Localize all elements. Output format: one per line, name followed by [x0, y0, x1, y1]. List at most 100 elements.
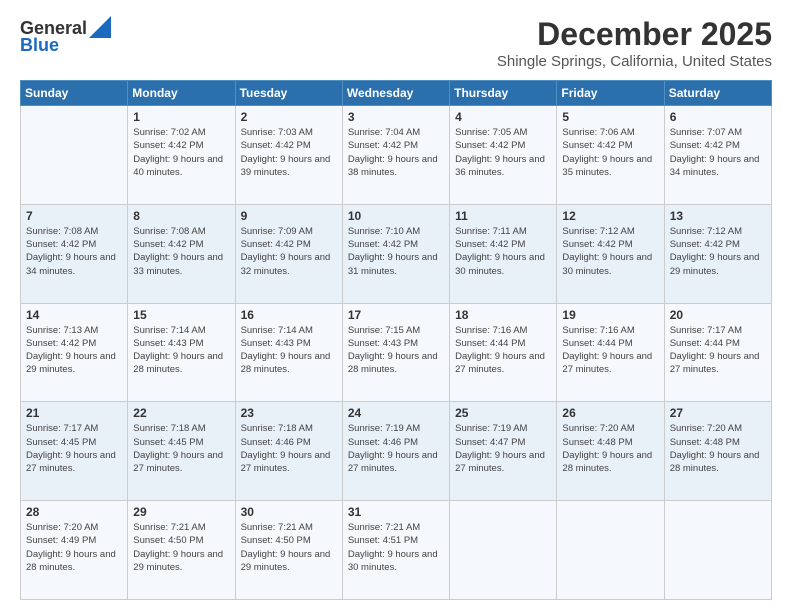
day-number: 10	[348, 209, 444, 223]
day-number: 26	[562, 406, 658, 420]
day-number: 28	[26, 505, 122, 519]
table-row	[664, 501, 771, 600]
table-row: 8 Sunrise: 7:08 AMSunset: 4:42 PMDaylight…	[128, 204, 235, 303]
page: General Blue December 2025 Shingle Sprin…	[0, 0, 792, 612]
day-info: Sunrise: 7:18 AMSunset: 4:45 PMDaylight:…	[133, 422, 229, 475]
table-row	[21, 106, 128, 205]
day-info: Sunrise: 7:08 AMSunset: 4:42 PMDaylight:…	[26, 225, 122, 278]
table-row: 6 Sunrise: 7:07 AMSunset: 4:42 PMDaylight…	[664, 106, 771, 205]
day-number: 1	[133, 110, 229, 124]
table-row: 1 Sunrise: 7:02 AMSunset: 4:42 PMDaylight…	[128, 106, 235, 205]
day-number: 13	[670, 209, 766, 223]
logo-blue-text: Blue	[20, 35, 59, 56]
day-info: Sunrise: 7:11 AMSunset: 4:42 PMDaylight:…	[455, 225, 551, 278]
table-row: 27Sunrise: 7:20 AMSunset: 4:48 PMDayligh…	[664, 402, 771, 501]
calendar-week-row: 7 Sunrise: 7:08 AMSunset: 4:42 PMDaylight…	[21, 204, 772, 303]
table-row: 19Sunrise: 7:16 AMSunset: 4:44 PMDayligh…	[557, 303, 664, 402]
table-row: 30Sunrise: 7:21 AMSunset: 4:50 PMDayligh…	[235, 501, 342, 600]
day-info: Sunrise: 7:03 AMSunset: 4:42 PMDaylight:…	[241, 126, 337, 179]
table-row: 5Sunrise: 7:06 AMSunset: 4:42 PMDaylight…	[557, 106, 664, 205]
table-row: 9 Sunrise: 7:09 AMSunset: 4:42 PMDaylight…	[235, 204, 342, 303]
day-number: 20	[670, 308, 766, 322]
col-tuesday: Tuesday	[235, 81, 342, 106]
table-row: 28Sunrise: 7:20 AMSunset: 4:49 PMDayligh…	[21, 501, 128, 600]
day-info: Sunrise: 7:14 AMSunset: 4:43 PMDaylight:…	[241, 324, 337, 377]
table-row: 7 Sunrise: 7:08 AMSunset: 4:42 PMDaylight…	[21, 204, 128, 303]
day-number: 15	[133, 308, 229, 322]
table-row: 15Sunrise: 7:14 AMSunset: 4:43 PMDayligh…	[128, 303, 235, 402]
day-info: Sunrise: 7:21 AMSunset: 4:50 PMDaylight:…	[133, 521, 229, 574]
calendar-week-row: 1 Sunrise: 7:02 AMSunset: 4:42 PMDaylight…	[21, 106, 772, 205]
day-info: Sunrise: 7:19 AMSunset: 4:46 PMDaylight:…	[348, 422, 444, 475]
col-thursday: Thursday	[450, 81, 557, 106]
table-row: 3 Sunrise: 7:04 AMSunset: 4:42 PMDaylight…	[342, 106, 449, 205]
day-number: 3	[348, 110, 444, 124]
day-number: 31	[348, 505, 444, 519]
day-number: 16	[241, 308, 337, 322]
day-info: Sunrise: 7:05 AMSunset: 4:42 PMDaylight:…	[455, 126, 551, 179]
table-row: 31 Sunrise: 7:21 AMSunset: 4:51 PMDayligh…	[342, 501, 449, 600]
day-info: Sunrise: 7:21 AMSunset: 4:51 PMDaylight:…	[348, 521, 444, 574]
subtitle: Shingle Springs, California, United Stat…	[497, 53, 772, 70]
table-row: 12 Sunrise: 7:12 AMSunset: 4:42 PMDayligh…	[557, 204, 664, 303]
day-number: 12	[562, 209, 658, 223]
day-info: Sunrise: 7:17 AMSunset: 4:44 PMDaylight:…	[670, 324, 766, 377]
table-row: 4 Sunrise: 7:05 AMSunset: 4:42 PMDaylight…	[450, 106, 557, 205]
table-row: 2 Sunrise: 7:03 AMSunset: 4:42 PMDaylight…	[235, 106, 342, 205]
day-number: 5	[562, 110, 658, 124]
title-section: December 2025 Shingle Springs, Californi…	[497, 16, 772, 70]
table-row: 24 Sunrise: 7:19 AMSunset: 4:46 PMDayligh…	[342, 402, 449, 501]
col-monday: Monday	[128, 81, 235, 106]
day-number: 23	[241, 406, 337, 420]
table-row: 11Sunrise: 7:11 AMSunset: 4:42 PMDayligh…	[450, 204, 557, 303]
day-info: Sunrise: 7:19 AMSunset: 4:47 PMDaylight:…	[455, 422, 551, 475]
day-number: 14	[26, 308, 122, 322]
calendar-header-row: Sunday Monday Tuesday Wednesday Thursday…	[21, 81, 772, 106]
day-info: Sunrise: 7:20 AMSunset: 4:48 PMDaylight:…	[670, 422, 766, 475]
col-wednesday: Wednesday	[342, 81, 449, 106]
calendar-week-row: 28Sunrise: 7:20 AMSunset: 4:49 PMDayligh…	[21, 501, 772, 600]
table-row	[557, 501, 664, 600]
day-number: 29	[133, 505, 229, 519]
table-row: 29 Sunrise: 7:21 AMSunset: 4:50 PMDayligh…	[128, 501, 235, 600]
day-number: 22	[133, 406, 229, 420]
day-info: Sunrise: 7:10 AMSunset: 4:42 PMDaylight:…	[348, 225, 444, 278]
table-row: 25Sunrise: 7:19 AMSunset: 4:47 PMDayligh…	[450, 402, 557, 501]
day-number: 4	[455, 110, 551, 124]
table-row: 26Sunrise: 7:20 AMSunset: 4:48 PMDayligh…	[557, 402, 664, 501]
day-info: Sunrise: 7:12 AMSunset: 4:42 PMDaylight:…	[670, 225, 766, 278]
table-row: 10 Sunrise: 7:10 AMSunset: 4:42 PMDayligh…	[342, 204, 449, 303]
day-info: Sunrise: 7:17 AMSunset: 4:45 PMDaylight:…	[26, 422, 122, 475]
day-number: 24	[348, 406, 444, 420]
day-info: Sunrise: 7:12 AMSunset: 4:42 PMDaylight:…	[562, 225, 658, 278]
day-number: 21	[26, 406, 122, 420]
day-info: Sunrise: 7:07 AMSunset: 4:42 PMDaylight:…	[670, 126, 766, 179]
day-info: Sunrise: 7:15 AMSunset: 4:43 PMDaylight:…	[348, 324, 444, 377]
table-row: 17 Sunrise: 7:15 AMSunset: 4:43 PMDayligh…	[342, 303, 449, 402]
table-row: 20 Sunrise: 7:17 AMSunset: 4:44 PMDayligh…	[664, 303, 771, 402]
day-info: Sunrise: 7:21 AMSunset: 4:50 PMDaylight:…	[241, 521, 337, 574]
table-row: 18 Sunrise: 7:16 AMSunset: 4:44 PMDayligh…	[450, 303, 557, 402]
calendar-table: Sunday Monday Tuesday Wednesday Thursday…	[20, 80, 772, 600]
day-number: 18	[455, 308, 551, 322]
day-info: Sunrise: 7:02 AMSunset: 4:42 PMDaylight:…	[133, 126, 229, 179]
col-friday: Friday	[557, 81, 664, 106]
table-row: 14Sunrise: 7:13 AMSunset: 4:42 PMDayligh…	[21, 303, 128, 402]
day-info: Sunrise: 7:04 AMSunset: 4:42 PMDaylight:…	[348, 126, 444, 179]
col-saturday: Saturday	[664, 81, 771, 106]
day-number: 7	[26, 209, 122, 223]
day-number: 19	[562, 308, 658, 322]
day-number: 6	[670, 110, 766, 124]
table-row: 23Sunrise: 7:18 AMSunset: 4:46 PMDayligh…	[235, 402, 342, 501]
day-number: 8	[133, 209, 229, 223]
day-number: 17	[348, 308, 444, 322]
table-row: 13 Sunrise: 7:12 AMSunset: 4:42 PMDayligh…	[664, 204, 771, 303]
table-row: 21 Sunrise: 7:17 AMSunset: 4:45 PMDayligh…	[21, 402, 128, 501]
calendar-week-row: 14Sunrise: 7:13 AMSunset: 4:42 PMDayligh…	[21, 303, 772, 402]
day-info: Sunrise: 7:08 AMSunset: 4:42 PMDaylight:…	[133, 225, 229, 278]
day-info: Sunrise: 7:16 AMSunset: 4:44 PMDaylight:…	[455, 324, 551, 377]
day-number: 2	[241, 110, 337, 124]
table-row: 16 Sunrise: 7:14 AMSunset: 4:43 PMDayligh…	[235, 303, 342, 402]
day-info: Sunrise: 7:09 AMSunset: 4:42 PMDaylight:…	[241, 225, 337, 278]
day-number: 9	[241, 209, 337, 223]
